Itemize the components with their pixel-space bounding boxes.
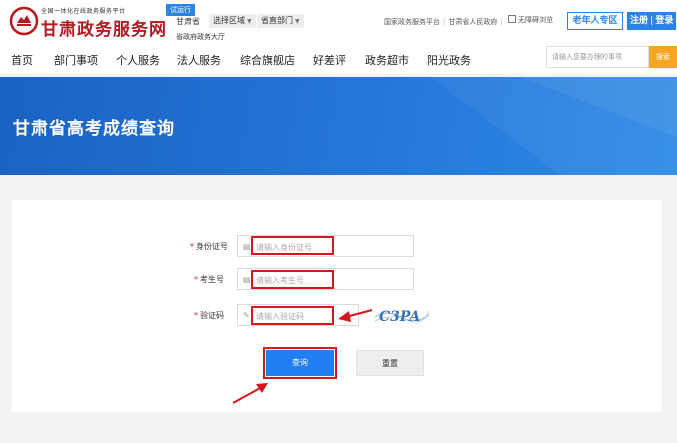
document-icon: ▤	[243, 275, 251, 284]
trial-badge: 试运行	[166, 4, 195, 16]
nav-dept-items[interactable]: 部门事项	[54, 52, 98, 68]
highlight-box	[251, 306, 334, 325]
brand-title[interactable]: 甘肃政务服务网	[41, 15, 167, 40]
login-link[interactable]: 登录	[655, 16, 673, 26]
register-link[interactable]: 注册	[630, 16, 648, 26]
document-icon: ▤	[243, 242, 251, 251]
dept-select[interactable]: 省直部门 ▼	[257, 14, 304, 28]
page-banner: 甘肃省高考成绩查询	[0, 77, 677, 175]
accessibility-link[interactable]: 无障碍浏览	[508, 15, 553, 25]
pencil-icon: ✎	[243, 311, 250, 320]
nav-rating[interactable]: 好差评	[313, 52, 346, 68]
accessibility-label: 无障碍浏览	[518, 16, 553, 24]
highlight-box	[251, 270, 334, 289]
top-header: 全国一体化在线政务服务平台 甘肃政务服务网 试运行 甘肃省 选择区域 ▼ 省直部门…	[0, 0, 677, 44]
province-gov-link[interactable]: 甘肃省人民政府	[448, 18, 497, 26]
region-select-label: 选择区域	[213, 16, 245, 25]
national-platform-link[interactable]: 国家政务服务平台	[384, 18, 440, 26]
chevron-down-icon: ▼	[247, 18, 252, 25]
exam-number-label: * 考生号	[194, 275, 224, 284]
nav-open-gov[interactable]: 阳光政务	[427, 52, 471, 68]
chevron-down-icon: ▼	[295, 18, 300, 25]
nav-corporate[interactable]: 法人服务	[177, 52, 221, 68]
search-input[interactable]: 请输入您要办理的事项	[546, 46, 649, 68]
current-region: 甘肃省	[176, 17, 200, 26]
search-button[interactable]: 搜索	[649, 46, 677, 68]
highlight-box	[263, 347, 337, 379]
dept-select-label: 省直部门	[261, 16, 293, 25]
captcha-label: * 验证码	[194, 311, 224, 320]
page-title: 甘肃省高考成绩查询	[13, 119, 175, 139]
nav-home[interactable]: 首页	[11, 52, 33, 68]
brand-subtitle: 全国一体化在线政务服务平台	[41, 8, 126, 15]
region-select[interactable]: 选择区域 ▼	[209, 14, 256, 28]
accessibility-icon	[508, 15, 516, 23]
nav-market[interactable]: 政务超市	[365, 52, 409, 68]
captcha-text: C3PA	[379, 309, 420, 325]
government-hall-link[interactable]: 省政府政务大厅	[176, 32, 225, 42]
top-links: 国家政务服务平台 | 甘肃省人民政府 |	[384, 18, 503, 26]
register-login: 注册 | 登录	[627, 12, 677, 30]
highlight-box	[251, 236, 334, 255]
elder-zone-button[interactable]: 老年人专区	[567, 12, 623, 30]
gansu-logo-icon[interactable]	[9, 6, 39, 36]
captcha-image[interactable]: C3PA	[373, 303, 431, 327]
id-number-label: * 身份证号	[190, 242, 228, 251]
nav-flagship[interactable]: 综合旗舰店	[240, 52, 295, 68]
reset-button[interactable]: 重置	[356, 350, 424, 376]
nav-personal[interactable]: 个人服务	[116, 52, 160, 68]
